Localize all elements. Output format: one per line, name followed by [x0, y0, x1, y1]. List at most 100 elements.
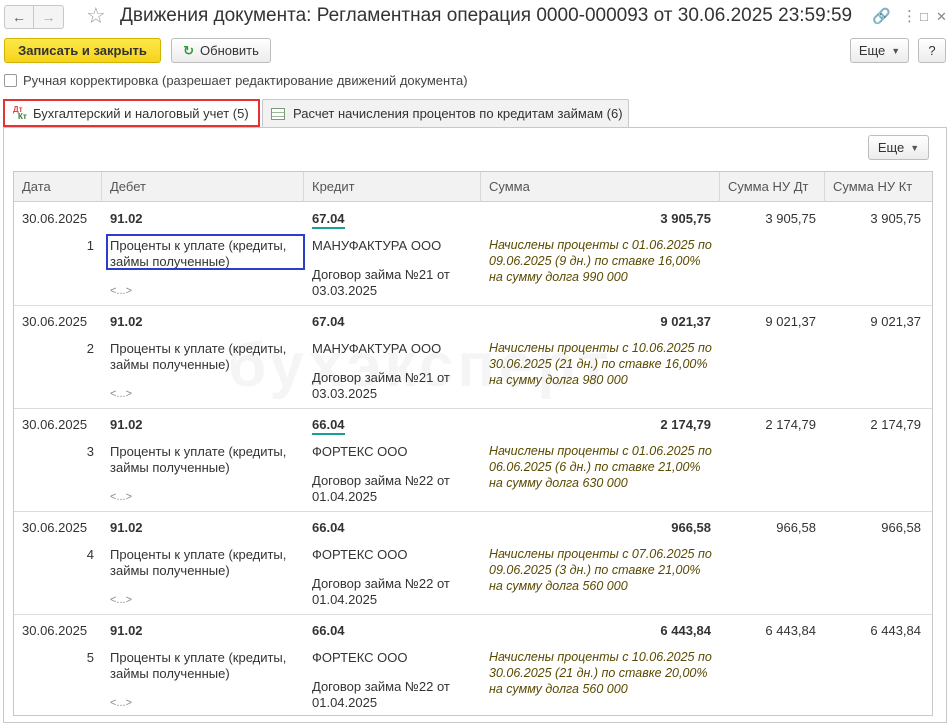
row-sum-nu-kt: 2 174,79 — [870, 417, 921, 432]
manual-edit-row: Ручная корректировка (разрешает редактир… — [4, 73, 468, 88]
arrow-left-icon: ← — [12, 9, 26, 25]
row-sum-nu-dt: 3 905,75 — [765, 211, 816, 226]
window-title: Движения документа: Регламентная операци… — [120, 5, 853, 26]
row-credit-account[interactable]: 67.04 — [312, 314, 345, 329]
refresh-label: Обновить — [200, 43, 259, 58]
column-sum-nu-dt[interactable]: Сумма НУ Дт — [720, 172, 825, 202]
dropdown-caret-icon: ▼ — [891, 45, 901, 56]
row-credit-account[interactable]: 67.04 — [312, 211, 345, 229]
row-credit-contract[interactable]: Договор займа №21 от 03.03.2025 — [312, 370, 472, 402]
grid-more-button[interactable]: Еще ▼ — [868, 135, 929, 160]
row-debit-subconto[interactable]: Проценты к уплате (кредиты, займы получе… — [110, 547, 300, 579]
row-debit-more[interactable]: <...> — [110, 491, 132, 503]
row-credit-contract[interactable]: Договор займа №22 от 01.04.2025 — [312, 576, 472, 608]
row-debit-account[interactable]: 91.02 — [110, 417, 143, 432]
row-credit-account[interactable]: 66.04 — [312, 520, 345, 535]
row-date: 30.06.2025 — [22, 314, 88, 329]
column-sum-nu-kt[interactable]: Сумма НУ Кт — [825, 172, 932, 202]
save-and-close-label: Записать и закрыть — [18, 43, 147, 58]
help-label: ? — [928, 43, 936, 58]
row-sum: 966,58 — [671, 520, 711, 535]
close-icon[interactable]: ✕ — [936, 9, 947, 25]
row-debit-account[interactable]: 91.02 — [110, 623, 143, 638]
row-credit-account[interactable]: 66.04 — [312, 417, 345, 435]
postings-table[interactable]: Дата Дебет Кредит Сумма Сумма НУ Дт Сумм… — [13, 171, 933, 716]
more-vertical-icon[interactable]: ⋮ — [902, 7, 917, 25]
row-credit-contract[interactable]: Договор займа №22 от 01.04.2025 — [312, 473, 472, 505]
row-content: Начислены проценты с 10.06.2025 по 30.06… — [489, 650, 712, 696]
row-debit-account[interactable]: 91.02 — [110, 314, 143, 329]
table-row[interactable]: 30.06.2025 4 91.02 Проценты к уплате (кр… — [14, 512, 932, 615]
row-credit-contract[interactable]: Договор займа №21 от 03.03.2025 — [312, 267, 472, 299]
row-debit-more[interactable]: <...> — [110, 697, 132, 709]
help-button[interactable]: ? — [918, 38, 946, 63]
manual-edit-checkbox[interactable] — [4, 74, 17, 87]
favorite-star-icon[interactable]: ☆ — [86, 3, 106, 29]
refresh-button[interactable]: ↻ Обновить — [171, 38, 271, 63]
tab-interest-calculation[interactable]: Расчет начисления процентов по кредитам … — [262, 99, 629, 127]
row-sum-nu-dt: 966,58 — [776, 520, 816, 535]
row-debit-subconto[interactable]: Проценты к уплате (кредиты, займы получе… — [110, 444, 300, 476]
table-row[interactable]: 30.06.2025 1 91.02 Проценты к уплате (кр… — [14, 203, 932, 306]
row-debit-more[interactable]: <...> — [110, 388, 132, 400]
back-button[interactable]: ← — [4, 5, 34, 29]
more-button[interactable]: Еще ▼ — [850, 38, 909, 63]
row-date: 30.06.2025 — [22, 623, 88, 638]
tab-interest-calculation-label: Расчет начисления процентов по кредитам … — [293, 106, 623, 121]
row-sum: 9 021,37 — [660, 314, 711, 329]
row-content: Начислены проценты с 07.06.2025 по 09.06… — [489, 547, 712, 593]
dropdown-caret-icon: ▼ — [910, 142, 920, 153]
table-row[interactable]: 30.06.2025 3 91.02 Проценты к уплате (кр… — [14, 409, 932, 512]
row-debit-more[interactable]: <...> — [110, 285, 132, 297]
row-debit-more[interactable]: <...> — [110, 594, 132, 606]
row-credit-contract[interactable]: Договор займа №22 от 01.04.2025 — [312, 679, 472, 711]
row-debit-account[interactable]: 91.02 — [110, 211, 143, 226]
row-number: 3 — [86, 444, 94, 459]
forward-button[interactable]: → — [34, 5, 64, 29]
manual-edit-label[interactable]: Ручная корректировка (разрешает редактир… — [23, 73, 468, 88]
table-header: Дата Дебет Кредит Сумма Сумма НУ Дт Сумм… — [14, 172, 932, 202]
row-credit-counterparty[interactable]: МАНУФАКТУРА ООО — [312, 238, 441, 253]
row-sum-nu-kt: 966,58 — [881, 520, 921, 535]
row-sum: 2 174,79 — [660, 417, 711, 432]
row-content: Начислены проценты с 01.06.2025 по 09.06… — [489, 238, 712, 284]
save-and-close-button[interactable]: Записать и закрыть — [4, 38, 161, 63]
table-row[interactable]: 30.06.2025 5 91.02 Проценты к уплате (кр… — [14, 615, 932, 715]
row-number: 2 — [86, 341, 94, 356]
tab-accounting-tax-label: Бухгалтерский и налоговый учет (5) — [33, 105, 249, 121]
row-number: 1 — [86, 238, 94, 253]
more-label: Еще — [858, 43, 886, 58]
row-content: Начислены проценты с 10.06.2025 по 30.06… — [489, 341, 712, 387]
row-sum-nu-dt: 9 021,37 — [765, 314, 816, 329]
tab-accounting-tax[interactable]: Дт Кт Бухгалтерский и налоговый учет (5) — [3, 99, 260, 127]
row-sum-nu-kt: 3 905,75 — [870, 211, 921, 226]
row-credit-account[interactable]: 66.04 — [312, 623, 345, 638]
arrow-right-icon: → — [41, 9, 56, 25]
row-credit-counterparty[interactable]: ФОРТЕКС ООО — [312, 650, 407, 665]
refresh-icon: ↻ — [183, 42, 195, 58]
column-date[interactable]: Дата — [14, 172, 102, 202]
table-row[interactable]: 30.06.2025 2 91.02 Проценты к уплате (кр… — [14, 306, 932, 409]
row-number: 4 — [86, 547, 94, 562]
row-credit-counterparty[interactable]: ФОРТЕКС ООО — [312, 547, 407, 562]
row-credit-counterparty[interactable]: МАНУФАКТУРА ООО — [312, 341, 441, 356]
column-debit[interactable]: Дебет — [102, 172, 304, 202]
maximize-icon[interactable]: □ — [920, 9, 928, 24]
link-icon[interactable]: 🔗 — [872, 7, 891, 25]
row-sum-nu-kt: 6 443,84 — [870, 623, 921, 638]
row-date: 30.06.2025 — [22, 417, 88, 432]
row-debit-subconto[interactable]: Проценты к уплате (кредиты, займы получе… — [110, 341, 300, 373]
column-sum[interactable]: Сумма — [481, 172, 720, 202]
row-sum: 6 443,84 — [660, 623, 711, 638]
row-debit-subconto[interactable]: Проценты к уплате (кредиты, займы получе… — [110, 650, 300, 682]
debit-credit-icon: Дт Кт — [13, 105, 27, 121]
row-debit-account[interactable]: 91.02 — [110, 520, 143, 535]
row-date: 30.06.2025 — [22, 211, 88, 226]
title-bar: ← → ☆ Движения документа: Регламентная о… — [0, 0, 950, 34]
row-content: Начислены проценты с 01.06.2025 по 06.06… — [489, 444, 712, 490]
row-sum-nu-dt: 2 174,79 — [765, 417, 816, 432]
row-credit-counterparty[interactable]: ФОРТЕКС ООО — [312, 444, 407, 459]
row-sum: 3 905,75 — [660, 211, 711, 226]
column-credit[interactable]: Кредит — [304, 172, 481, 202]
grid-more-label: Еще — [877, 140, 905, 155]
